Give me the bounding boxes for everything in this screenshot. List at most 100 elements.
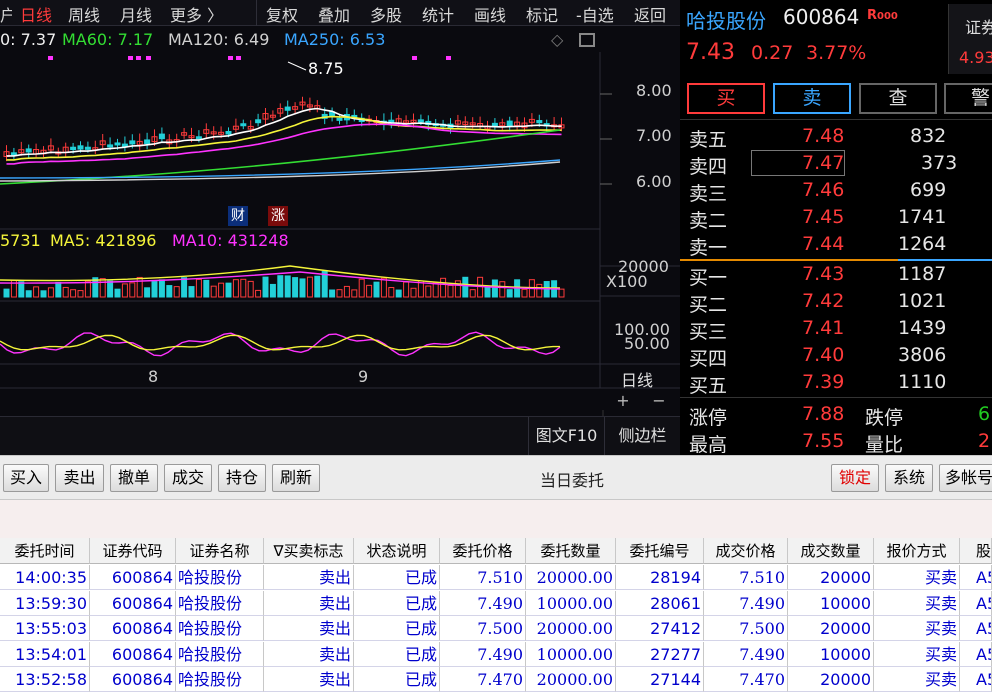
volume-bar [558,288,565,298]
table-row[interactable]: 14:00:35 600864 哈投股份 卖出 已成 7.510 20000.00 28194… [0,565,992,590]
ask-level-1[interactable]: 卖一 7.44 1264 [680,231,992,259]
date-label-8: 8 [148,367,159,386]
statistics-button[interactable]: 统计 [422,2,454,26]
bid-price: 7.42 [802,290,845,312]
deal-price-cell: 7.510 [704,565,788,590]
back-button[interactable]: 返回 [634,2,666,26]
refresh-button[interactable]: 刷新 [272,464,320,492]
deal-price-cell: 7.490 [704,590,788,616]
bid-label: 买五 [689,375,728,397]
candle-body [240,123,247,127]
cancel-order-button[interactable]: 撤单 [110,464,158,492]
candle-body [506,120,513,126]
limit-down-value: 6 [978,403,991,425]
ask-level-5[interactable]: 卖五 7.48 832 [680,123,992,151]
diamond-icon[interactable]: ◇ [551,30,563,49]
system-button[interactable]: 系统 [885,464,933,492]
restore-rights-button[interactable]: 复权 [266,2,298,26]
volume-bar [240,278,247,298]
column-header[interactable]: 股 [960,538,992,564]
column-header[interactable]: 成交价格 [704,538,788,564]
mark-button[interactable]: 标记 [526,2,558,26]
toolbar-cut-tab[interactable]: 户 [0,2,12,26]
kline-chart-canvas[interactable] [0,26,680,416]
price-axis-label-7: 7.00 [636,126,672,145]
multi-account-button[interactable]: 多帐号 [939,464,992,492]
multi-stock-button[interactable]: 多股 [370,2,402,26]
volume-bar [144,287,151,298]
volume-bar [25,290,32,298]
order-id-cell: 27277 [616,641,704,667]
bid-level-1[interactable]: 买一 7.43 1187 [680,261,992,289]
column-header[interactable]: 成交数量 [788,538,874,564]
bid-level-4[interactable]: 买四 7.40 3806 [680,342,992,370]
volume-bar [373,281,380,298]
quick-buy-button[interactable]: 买 [687,83,765,114]
zoom-in-button[interactable]: + [610,391,636,413]
table-row[interactable]: 13:59:30 600864 哈投股份 卖出 已成 7.490 10000.00 28061… [0,590,992,616]
buy-button[interactable]: 买入 [3,464,49,492]
volume-bar [269,283,276,298]
deals-button[interactable]: 成交 [164,464,212,492]
ask-level-3[interactable]: 卖三 7.46 699 [680,177,992,205]
overlay-button[interactable]: 叠加 [318,2,350,26]
volume-bar [410,287,417,298]
lock-button[interactable]: 锁定 [831,464,879,492]
volume-bar [255,289,262,298]
candle-body [158,133,165,140]
candle-body [77,145,84,150]
table-row[interactable]: 13:55:03 600864 哈投股份 卖出 已成 7.500 20000.00 27412… [0,616,992,641]
tab-daily[interactable]: 日线 [20,2,52,26]
column-header[interactable]: 委托价格 [440,538,526,564]
side-info-tab[interactable]: 证券 4.93 [948,4,992,74]
order-price-cell: 7.500 [440,616,526,641]
volume-bar [40,290,47,298]
query-button[interactable]: 查 [859,83,937,114]
orders-table: 委托时间 证券代码 证券名称 ∇买卖标志 状态说明 委托价格 委托数量 委托编号… [0,538,992,699]
column-header[interactable]: 状态说明 [354,538,440,564]
shareholder-cell: A5 [960,565,992,590]
kline-chart[interactable]: 0: 7.37 MA60: 7.17 MA120: 6.49 MA250: 6.… [0,26,680,416]
candle-body [536,120,543,124]
bid-price: 7.43 [802,263,845,285]
margin-badge-letter: R [867,8,878,23]
stock-code-cell: 600864 [90,616,176,641]
column-header[interactable]: 委托数量 [526,538,616,564]
order-price-cell: 7.510 [440,565,526,590]
f10-info-button[interactable]: 图文F10 [528,417,604,456]
zoom-out-button[interactable]: − [646,391,672,413]
bid-level-5[interactable]: 买五 7.39 1110 [680,369,992,397]
tab-weekly[interactable]: 周线 [68,2,100,26]
draw-line-button[interactable]: 画线 [474,2,506,26]
order-time-cell: 13:54:01 [0,641,90,667]
finance-badge[interactable]: 财 [228,206,248,226]
tab-more[interactable]: 更多 〉 [170,2,223,26]
quick-sell-button[interactable]: 卖 [773,83,851,114]
ask-level-2[interactable]: 卖二 7.45 1741 [680,204,992,232]
limit-up-badge[interactable]: 涨 [268,206,288,226]
table-row[interactable]: 13:54:01 600864 哈投股份 卖出 已成 7.490 10000.00 27277… [0,641,992,667]
column-header[interactable]: 证券代码 [90,538,176,564]
ask-level-4[interactable]: 卖四 7.47 373 [680,150,992,178]
volume-bar [47,287,54,298]
column-header[interactable]: 委托编号 [616,538,704,564]
sell-button[interactable]: 卖出 [55,464,104,492]
volume-bar [121,283,128,298]
bid-level-3[interactable]: 买三 7.41 1439 [680,315,992,343]
panel-toggle-icon[interactable] [579,33,595,47]
positions-button[interactable]: 持仓 [218,464,266,492]
stock-name-cell: 哈投股份 [176,667,264,692]
column-header[interactable]: ∇买卖标志 [264,538,354,564]
volume-bar [232,279,239,298]
sidebar-toggle-button[interactable]: 侧边栏 [604,417,680,456]
bid-level-2[interactable]: 买二 7.42 1021 [680,288,992,316]
column-header[interactable]: 委托时间 [0,538,90,564]
quote-type-cell: 买卖 [874,590,960,616]
column-header[interactable]: 报价方式 [874,538,960,564]
remove-watchlist-button[interactable]: -自选 [576,2,614,26]
alert-button[interactable]: 警 [944,83,992,114]
table-row[interactable]: 13:52:58 600864 哈投股份 卖出 已成 7.470 20000.00 27144… [0,667,992,692]
column-header[interactable]: 证券名称 [176,538,264,564]
tab-monthly[interactable]: 月线 [120,2,152,26]
volume-bar [62,286,69,298]
